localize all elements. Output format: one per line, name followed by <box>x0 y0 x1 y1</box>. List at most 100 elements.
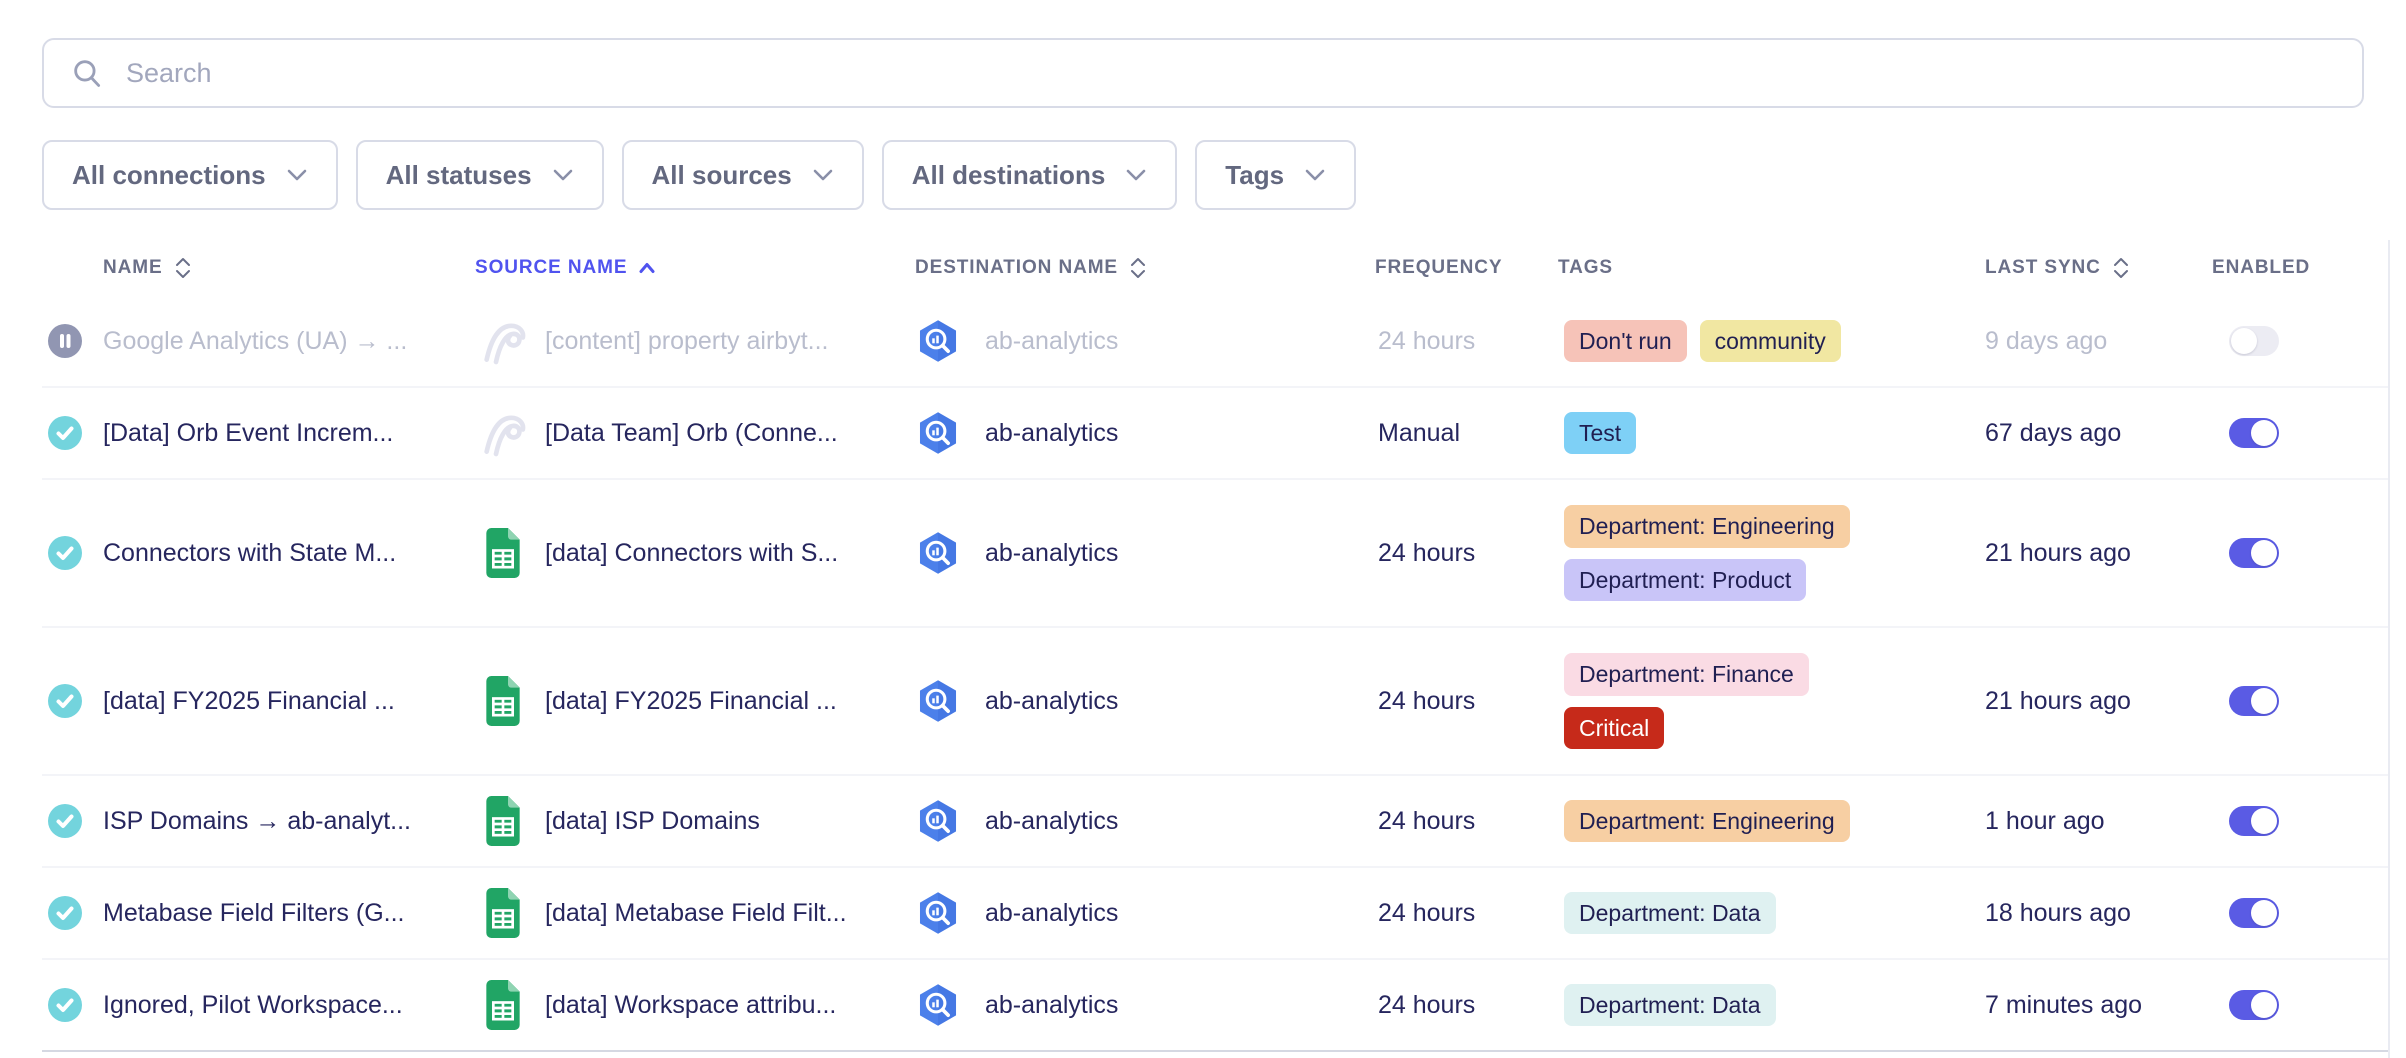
tag-pill: Department: Finance <box>1564 653 1809 695</box>
enabled-toggle[interactable] <box>2229 538 2279 568</box>
filter-bar: All connections All statuses All sources… <box>42 140 1356 210</box>
airbyte-logo-icon <box>475 313 531 369</box>
google-sheets-icon <box>483 794 523 848</box>
search-bar <box>42 38 2364 108</box>
connection-name: ISP Domains → ab-analyt... <box>103 807 411 836</box>
tag-pill: Department: Data <box>1564 892 1776 934</box>
sync-success-icon <box>48 536 82 570</box>
enabled-toggle[interactable] <box>2229 898 2279 928</box>
frequency-value: 24 hours <box>1378 899 1475 928</box>
column-header-frequency: FREQUENCY <box>1375 257 1558 279</box>
table-row[interactable]: Metabase Field Filters (G... <box>42 868 2388 960</box>
source-name: [data] Connectors with S... <box>545 539 838 568</box>
bigquery-icon <box>915 981 961 1029</box>
filter-all-statuses[interactable]: All statuses <box>356 140 604 210</box>
table-row[interactable]: [data] FY2025 Financial ... <box>42 628 2388 776</box>
enabled-toggle[interactable] <box>2229 686 2279 716</box>
connection-name: Google Analytics (UA) → ... <box>103 327 407 356</box>
chevron-down-icon <box>286 168 308 182</box>
source-name: [data] Metabase Field Filt... <box>545 899 847 928</box>
google-sheets-icon <box>483 886 523 940</box>
filter-label: All destinations <box>912 160 1106 191</box>
sort-icon <box>173 255 193 281</box>
last-sync-value: 18 hours ago <box>1985 899 2131 928</box>
source-name: [data] Workspace attribu... <box>545 991 836 1020</box>
tag-pill: community <box>1700 320 1841 362</box>
destination-name: ab-analytics <box>985 899 1118 928</box>
airbyte-logo-icon <box>475 405 531 461</box>
tags-cell: Department: Engineering <box>1558 800 1985 842</box>
frequency-value: 24 hours <box>1378 807 1475 836</box>
sync-success-icon <box>48 684 82 718</box>
last-sync-value: 21 hours ago <box>1985 539 2131 568</box>
filter-all-destinations[interactable]: All destinations <box>882 140 1178 210</box>
status-icon <box>48 416 82 450</box>
frequency-value: Manual <box>1378 419 1460 448</box>
toggle-knob <box>2251 540 2277 566</box>
column-header-destination-name[interactable]: DESTINATION NAME <box>915 255 1375 281</box>
bigquery-icon <box>915 529 961 577</box>
source-name: [content] property airbyt... <box>545 327 828 356</box>
chevron-down-icon <box>812 168 834 182</box>
table-row[interactable]: Connectors with State M... <box>42 480 2388 628</box>
tags-cell: Test <box>1558 412 1985 454</box>
source-icon <box>475 312 531 370</box>
source-icon <box>475 884 531 942</box>
last-sync-value: 9 days ago <box>1985 327 2107 356</box>
table-body: Google Analytics (UA) → ... <box>42 296 2388 1052</box>
filter-all-connections[interactable]: All connections <box>42 140 338 210</box>
destination-name: ab-analytics <box>985 687 1118 716</box>
last-sync-value: 67 days ago <box>1985 419 2121 448</box>
column-label: DESTINATION NAME <box>915 257 1118 279</box>
source-name: [data] FY2025 Financial ... <box>545 687 837 716</box>
column-header-source-name[interactable]: SOURCE NAME <box>475 257 915 279</box>
column-label: FREQUENCY <box>1375 257 1502 279</box>
chevron-down-icon <box>1125 168 1147 182</box>
enabled-toggle[interactable] <box>2229 990 2279 1020</box>
filter-label: All sources <box>652 160 792 191</box>
table-row[interactable]: [Data] Orb Event Increm... <box>42 388 2388 480</box>
tag-pill: Department: Product <box>1564 559 1806 601</box>
sort-icon <box>1128 255 1148 281</box>
filter-label: All statuses <box>386 160 532 191</box>
search-input[interactable] <box>126 40 2336 106</box>
bigquery-icon <box>915 889 961 937</box>
table-row[interactable]: Google Analytics (UA) → ... <box>42 296 2388 388</box>
sort-asc-icon <box>637 260 657 276</box>
source-name: [Data Team] Orb (Conne... <box>545 419 838 448</box>
tags-cell: Department: FinanceCritical <box>1558 653 1985 749</box>
column-header-enabled: ENABLED <box>2195 257 2388 279</box>
tag-pill: Department: Data <box>1564 984 1776 1026</box>
destination-name: ab-analytics <box>985 991 1118 1020</box>
tags-cell: Department: EngineeringDepartment: Produ… <box>1558 505 1985 601</box>
tags-cell: Department: Data <box>1558 892 1985 934</box>
table-row[interactable]: Ignored, Pilot Workspace... <box>42 960 2388 1052</box>
table-header: NAME SOURCE NAME DESTINATION NAME FREQUE… <box>42 240 2388 296</box>
destination-name: ab-analytics <box>985 327 1118 356</box>
status-icon <box>48 804 82 838</box>
sync-success-icon <box>48 896 82 930</box>
connection-name: Ignored, Pilot Workspace... <box>103 991 403 1020</box>
connection-name: Connectors with State M... <box>103 539 396 568</box>
filter-label: All connections <box>72 160 266 191</box>
enabled-toggle[interactable] <box>2229 418 2279 448</box>
source-icon <box>475 404 531 462</box>
bigquery-icon <box>915 317 961 365</box>
enabled-toggle[interactable] <box>2229 326 2279 356</box>
source-icon <box>475 672 531 730</box>
filter-label: Tags <box>1225 160 1284 191</box>
sync-success-icon <box>48 988 82 1022</box>
enabled-toggle[interactable] <box>2229 806 2279 836</box>
filter-all-sources[interactable]: All sources <box>622 140 864 210</box>
column-header-name[interactable]: NAME <box>42 255 475 281</box>
table-row[interactable]: ISP Domains → ab-analyt... <box>42 776 2388 868</box>
source-icon <box>475 792 531 850</box>
column-label: SOURCE NAME <box>475 257 627 279</box>
destination-name: ab-analytics <box>985 807 1118 836</box>
toggle-knob <box>2231 328 2257 354</box>
destination-name: ab-analytics <box>985 539 1118 568</box>
column-header-last-sync[interactable]: LAST SYNC <box>1985 255 2195 281</box>
source-icon <box>475 524 531 582</box>
frequency-value: 24 hours <box>1378 539 1475 568</box>
filter-tags[interactable]: Tags <box>1195 140 1356 210</box>
